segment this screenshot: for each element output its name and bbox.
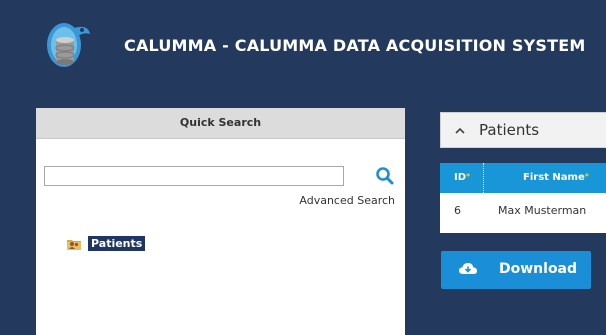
tree-item-label[interactable]: Patients [88,236,146,251]
chevron-up-icon[interactable] [455,126,465,136]
patients-table: ID* First Name* 6 Max Musterman [440,163,606,233]
advanced-search-link[interactable]: Advanced Search [299,194,395,207]
column-header-label: First Name [523,172,585,183]
cloud-download-icon [459,263,477,274]
column-header-label: ID [454,172,467,183]
sortable-marker: * [466,172,471,181]
quick-search-header: Quick Search [36,108,405,139]
cell-id: 6 [454,204,461,217]
navigation-tree: Patients [36,226,405,335]
sortable-marker: * [584,172,589,181]
column-header-id[interactable]: ID* [440,163,484,193]
folder-people-icon [67,240,81,250]
quick-search-title: Quick Search [179,116,262,129]
table-header-row: ID* First Name* [440,163,606,193]
patients-panel-header[interactable]: Patients [440,112,606,148]
download-button[interactable]: Download [441,251,591,289]
app-title: CALUMMA - CALUMMA DATA ACQUISITION SYSTE… [124,36,586,55]
search-input[interactable] [44,166,344,186]
patients-panel-title: Patients [479,121,540,139]
cell-first-name: Max Musterman [498,204,587,217]
chameleon-database-logo-icon [47,23,90,67]
download-label: Download [499,261,578,277]
table-row[interactable]: 6 Max Musterman [440,193,606,227]
search-icon[interactable] [375,166,395,186]
app-header: CALUMMA - CALUMMA DATA ACQUISITION SYSTE… [0,0,606,95]
column-header-first-name[interactable]: First Name* [485,163,606,193]
